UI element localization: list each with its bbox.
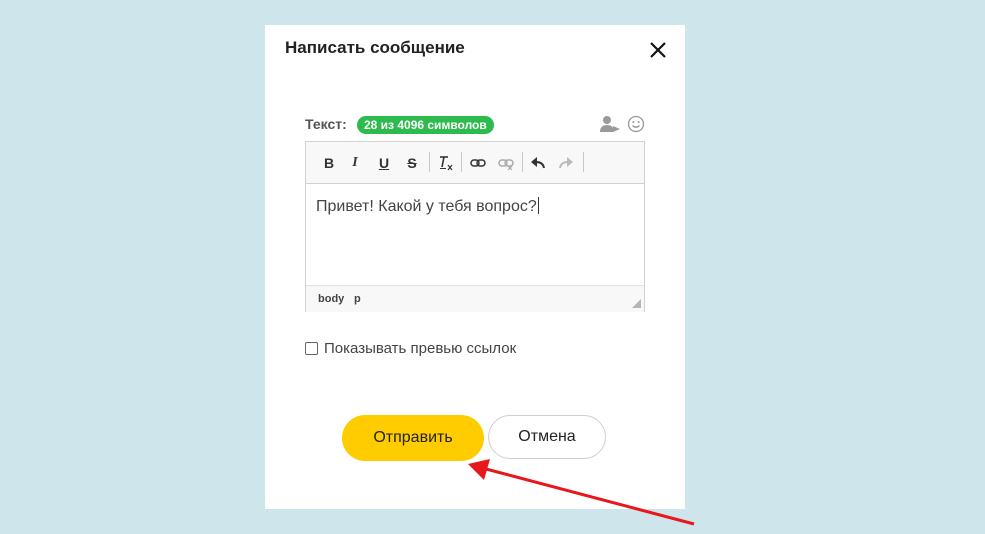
annotation-arrow: [468, 459, 695, 526]
unlink-button[interactable]: [496, 153, 516, 173]
remove-format-icon: [440, 156, 453, 171]
editor-statusbar: body p: [306, 285, 644, 312]
close-button[interactable]: [645, 37, 671, 63]
char-counter-badge: 28 из 4096 символов: [357, 116, 494, 134]
close-icon: [650, 42, 666, 58]
emoji-icon: [627, 115, 645, 133]
redo-button[interactable]: [556, 153, 576, 173]
link-preview-label[interactable]: Показывать превью ссылок: [324, 340, 516, 357]
path-body[interactable]: body: [318, 293, 344, 305]
link-preview-checkbox[interactable]: [305, 341, 318, 355]
strikethrough-button[interactable]: S: [402, 153, 422, 173]
toolbar-separator: [429, 152, 430, 172]
remove-format-button[interactable]: [436, 153, 456, 173]
cancel-button[interactable]: Отмена: [488, 415, 606, 459]
message-text-area[interactable]: Привет! Какой у тебя вопрос?: [306, 184, 644, 284]
text-label: Текст:: [305, 116, 347, 132]
dialog-title: Написать сообщение: [285, 38, 465, 57]
link-button[interactable]: [468, 153, 488, 173]
rich-text-editor: B I U S Привет! Какой у тебя вопрос? bod…: [305, 141, 645, 312]
message-dialog: Написать сообщение Текст: 28 из 4096 сим…: [265, 25, 685, 509]
italic-button[interactable]: I: [345, 153, 365, 173]
bold-button[interactable]: B: [319, 153, 339, 173]
message-content: Привет! Какой у тебя вопрос?: [316, 198, 537, 215]
path-p[interactable]: p: [354, 293, 361, 305]
emoji-button[interactable]: [626, 114, 646, 134]
mention-user-button[interactable]: [599, 114, 621, 134]
toolbar-separator: [583, 152, 584, 172]
unlink-icon: [498, 159, 514, 171]
link-preview-option: Показывать превью ссылок: [305, 339, 516, 357]
message-text: Привет! Какой у тебя вопрос?: [316, 197, 539, 216]
toolbar-separator: [461, 152, 462, 172]
undo-button[interactable]: [528, 153, 548, 173]
toolbar-separator: [522, 152, 523, 172]
underline-button[interactable]: U: [374, 153, 394, 173]
resize-grip-icon[interactable]: [632, 299, 641, 308]
undo-icon: [531, 157, 545, 169]
text-caret: [537, 197, 539, 214]
link-icon: [470, 159, 486, 167]
editor-toolbar: B I U S: [306, 142, 644, 184]
mention-user-icon: [600, 116, 620, 132]
redo-icon: [559, 157, 573, 169]
